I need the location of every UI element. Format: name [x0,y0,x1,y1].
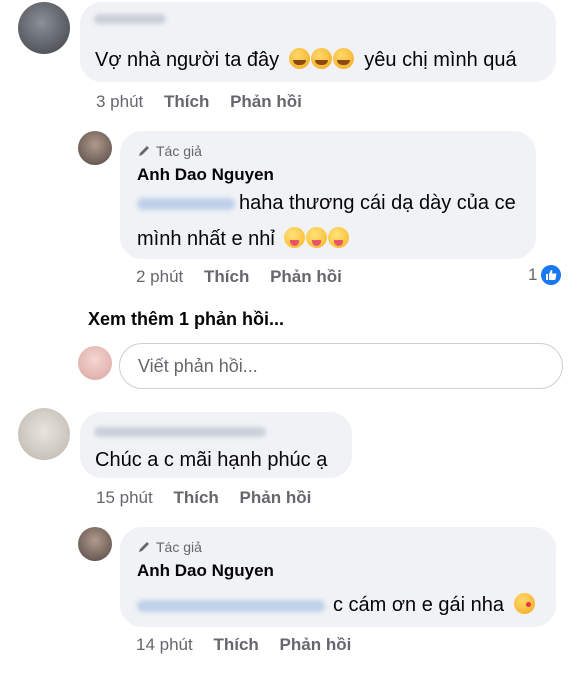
like-button[interactable]: Thích [173,488,218,507]
pencil-icon [139,542,149,552]
author-avatar[interactable] [78,131,112,165]
smiling-face-with-hearts-icon [288,48,310,69]
like-button[interactable]: Thích [213,635,258,654]
reply-button[interactable]: Phản hồi [280,635,352,654]
reply-button[interactable]: Phản hồi [230,92,302,111]
like-button[interactable]: Thích [204,267,249,286]
reaction-count[interactable]: 1 [528,265,562,285]
blurred-mention-tag[interactable] [137,197,235,210]
like-reaction-icon [541,265,562,285]
author-name[interactable]: Anh Dao Nguyen [137,561,274,581]
view-more-replies-link[interactable]: Xem thêm 1 phản hồi... [88,309,284,330]
reply-actions: 14 phút Thích Phản hồi [136,635,367,655]
author-badge: Tác giả [137,143,202,159]
reply-bubble: Tác giả Anh Dao Nguyen haha thương cái d… [120,131,536,259]
reply-input[interactable]: Viết phản hồi... [119,343,563,389]
timestamp[interactable]: 3 phút [96,92,143,111]
comment-text: c cám ơn e gái nha [137,589,536,621]
comment-actions: 15 phút Thích Phản hồi [96,488,327,508]
comment-text: Vợ nhà người ta đây yêu chị mình quá [95,48,517,71]
blurred-author-name [94,427,266,437]
timestamp[interactable]: 14 phút [136,635,193,654]
author-avatar[interactable] [78,527,112,561]
zany-face-icon [306,227,328,248]
author-badge: Tác giả [137,539,202,555]
smiling-face-with-hearts-icon [332,48,354,69]
blurred-author-name [94,14,166,24]
reply-button[interactable]: Phản hồi [240,488,312,507]
like-button[interactable]: Thích [164,92,209,111]
comment-text: haha thương cái dạ dày của ce mình nhất … [137,192,516,250]
zany-face-icon [284,227,306,248]
face-blowing-kiss-icon [513,593,535,614]
pencil-icon [139,146,149,156]
timestamp[interactable]: 2 phút [136,267,183,286]
comment-bubble: Chúc a c mãi hạnh phúc ạ [80,412,352,478]
smiling-face-with-hearts-icon [310,48,332,69]
comment-bubble: Vợ nhà người ta đây yêu chị mình quá [80,2,556,82]
timestamp[interactable]: 15 phút [96,488,153,507]
comment-actions: 3 phút Thích Phản hồi [96,92,318,112]
blurred-mention-tag[interactable] [137,599,325,612]
avatar[interactable] [18,2,70,54]
avatar[interactable] [18,408,70,460]
author-name[interactable]: Anh Dao Nguyen [137,165,274,185]
comment-text: Chúc a c mãi hạnh phúc ạ [95,449,328,471]
reply-actions: 2 phút Thích Phản hồi [136,267,358,287]
reply-button[interactable]: Phản hồi [270,267,342,286]
current-user-avatar [78,346,112,380]
reply-bubble: Tác giả Anh Dao Nguyen c cám ơn e gái nh… [120,527,556,627]
zany-face-icon [328,227,350,248]
